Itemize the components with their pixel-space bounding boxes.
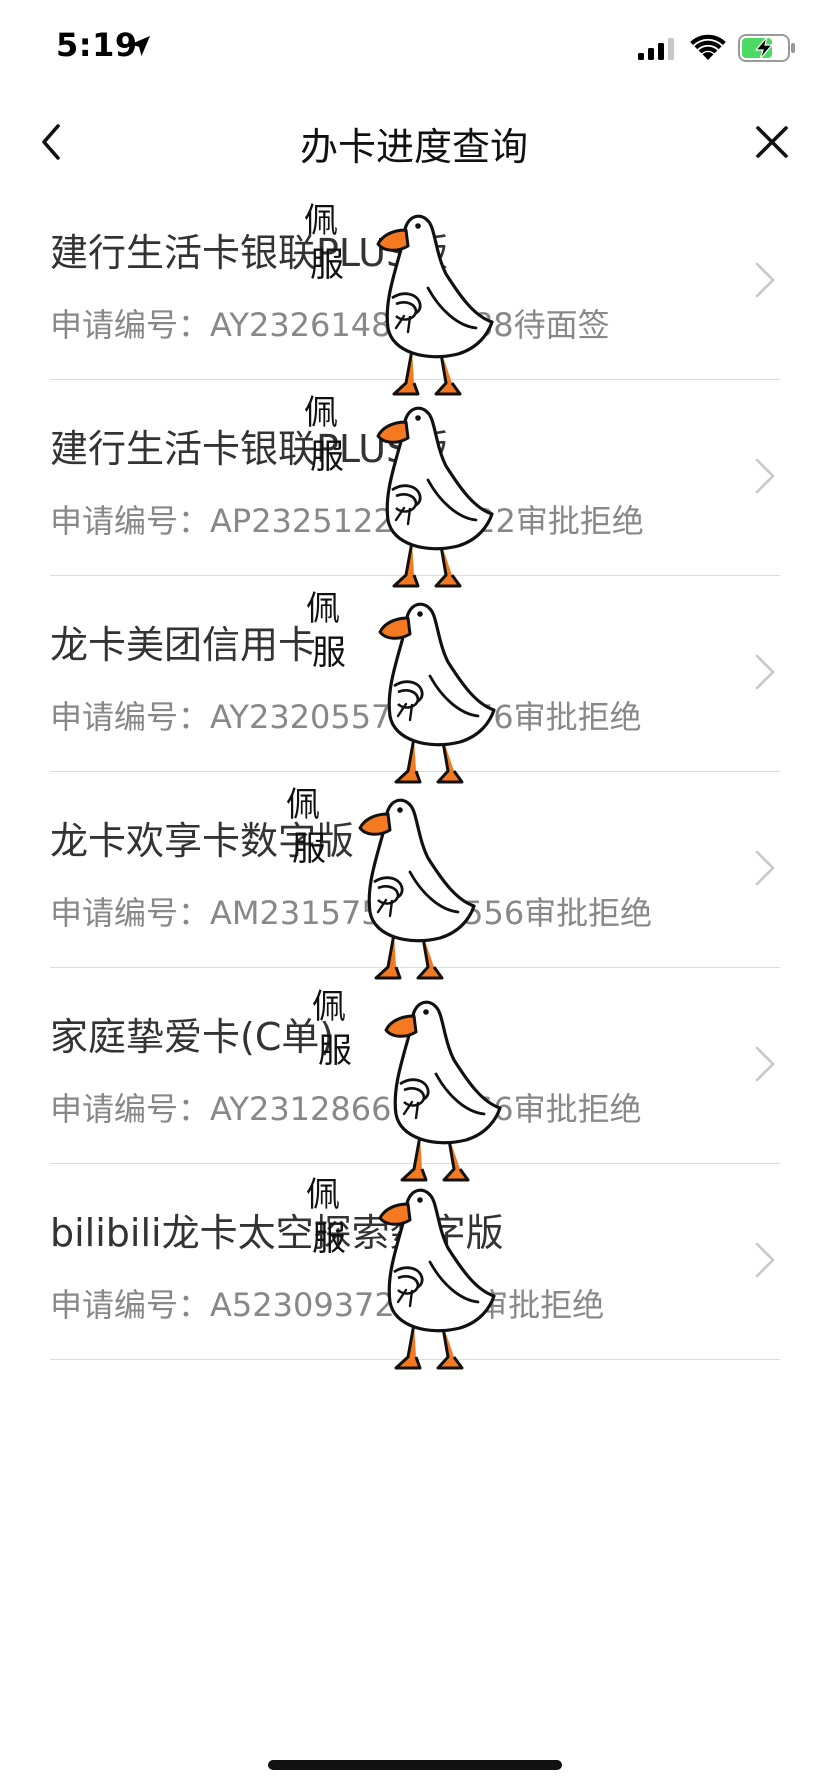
- location-arrow-icon: [130, 36, 150, 56]
- card-name: 家庭挚爱卡(C单): [50, 1015, 335, 1059]
- application-number: 申请编号：AP2325122222222审批拒绝: [50, 502, 644, 540]
- battery-charging-icon: [738, 34, 795, 62]
- wifi-icon: [690, 34, 726, 60]
- application-number: 申请编号：AY2312866666666审批拒绝: [50, 1090, 642, 1128]
- card-name: 建行生活卡银联PLUS版: [50, 427, 449, 471]
- status-bar: 5:19: [0, 0, 828, 100]
- chevron-right-icon: [755, 1242, 775, 1278]
- application-item[interactable]: bilibili龙卡太空探索数字版 申请编号：A523093722222审批拒绝: [50, 1164, 780, 1360]
- application-number: 申请编号：AM2315755555556审批拒绝: [50, 894, 653, 932]
- application-number: 申请编号：A523093722222审批拒绝: [50, 1286, 605, 1324]
- card-name: 建行生活卡银联PLUS版: [50, 231, 449, 275]
- chevron-right-icon: [755, 458, 775, 494]
- application-item[interactable]: 龙卡欢享卡数字版 申请编号：AM2315755555556审批拒绝: [50, 772, 780, 968]
- application-list: 建行生活卡银联PLUS版 申请编号：AY2326148888888待面签 建行生…: [0, 184, 828, 1360]
- home-indicator[interactable]: [268, 1760, 562, 1770]
- page-title: 办卡进度查询: [299, 125, 528, 169]
- chevron-right-icon: [755, 654, 775, 690]
- status-time: 5:19: [56, 26, 138, 64]
- card-name: 龙卡美团信用卡: [50, 623, 317, 667]
- application-number: 申请编号：AY2320557777776审批拒绝: [50, 698, 642, 736]
- card-name: bilibili龙卡太空探索数字版: [50, 1211, 504, 1255]
- nav-bar: 办卡进度查询: [0, 100, 828, 184]
- application-item[interactable]: 建行生活卡银联PLUS版 申请编号：AY2326148888888待面签: [50, 184, 780, 380]
- application-item[interactable]: 建行生活卡银联PLUS版 申请编号：AP2325122222222审批拒绝: [50, 380, 780, 576]
- application-number: 申请编号：AY2326148888888待面签: [50, 306, 610, 344]
- cellular-signal-icon: [638, 38, 674, 60]
- chevron-right-icon: [755, 262, 775, 298]
- close-icon[interactable]: [748, 118, 796, 166]
- chevron-right-icon: [755, 1046, 775, 1082]
- application-item[interactable]: 家庭挚爱卡(C单) 申请编号：AY2312866666666审批拒绝: [50, 968, 780, 1164]
- card-name: 龙卡欢享卡数字版: [50, 819, 355, 863]
- application-item[interactable]: 龙卡美团信用卡 申请编号：AY2320557777776审批拒绝: [50, 576, 780, 772]
- chevron-right-icon: [755, 850, 775, 886]
